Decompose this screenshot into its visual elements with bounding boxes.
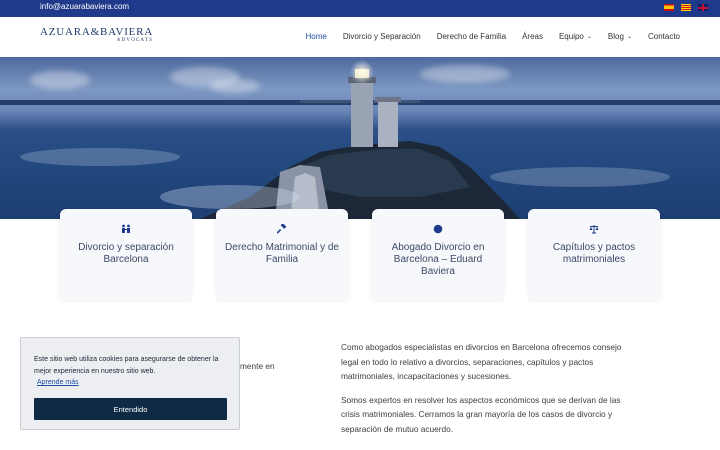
card-title: Capítulos y pactos matrimoniales bbox=[552, 242, 636, 265]
chevron-down-icon: ⌄ bbox=[586, 34, 592, 40]
nav-divorcio[interactable]: Divorcio y Separación bbox=[343, 32, 421, 41]
intro-paragraph: Como abogados especialistas en divorcios… bbox=[341, 342, 622, 381]
family-icon bbox=[122, 224, 130, 233]
flag-uk-icon[interactable] bbox=[698, 4, 708, 11]
service-card[interactable]: Derecho Matrimonial y de Familia bbox=[216, 209, 348, 300]
nav-areas[interactable]: Áreas bbox=[522, 32, 543, 41]
chevron-down-icon: ⌄ bbox=[626, 34, 632, 40]
card-title: Derecho Matrimonial y de Familia bbox=[225, 242, 339, 265]
nav-equipo[interactable]: Equipo ⌄ bbox=[559, 32, 592, 41]
intro-text: Como abogados especialistas en divorcios… bbox=[341, 340, 631, 436]
card-title: Divorcio y separación Barcelona bbox=[78, 242, 174, 265]
intro-paragraph: Somos expertos en resolver los aspectos … bbox=[341, 394, 621, 434]
gavel-icon bbox=[277, 224, 287, 234]
hero-image bbox=[0, 57, 720, 219]
main-nav: Home Divorcio y Separación Derecho de Fa… bbox=[306, 32, 680, 41]
service-card[interactable]: Abogado Divorcio en Barcelona – Eduard B… bbox=[372, 209, 504, 300]
nav-home[interactable]: Home bbox=[306, 32, 327, 41]
hidden-text-fragment: mente en bbox=[240, 361, 275, 371]
nav-blog[interactable]: Blog ⌄ bbox=[608, 32, 632, 41]
nav-derecho-familia[interactable]: Derecho de Familia bbox=[437, 32, 506, 41]
site-header: AZUARA&BAVIERA ADVOCATS Home Divorcio y … bbox=[0, 17, 720, 57]
service-card[interactable]: Divorcio y separación Barcelona bbox=[60, 209, 192, 300]
logo-text: AZUARA&BAVIERA bbox=[40, 26, 154, 38]
nav-contacto[interactable]: Contacto bbox=[648, 32, 680, 41]
card-title: Abogado Divorcio en Barcelona – Eduard B… bbox=[391, 242, 485, 277]
language-switcher bbox=[664, 4, 708, 11]
globe-icon bbox=[433, 224, 443, 234]
top-bar: info@azuarabaviera.com bbox=[0, 0, 720, 17]
learn-more-link[interactable]: Aprende más bbox=[37, 379, 79, 386]
lighthouse-illustration bbox=[20, 60, 670, 219]
service-card[interactable]: Capítulos y pactos matrimoniales bbox=[528, 209, 660, 300]
cookie-message: Este sitio web utiliza cookies para aseg… bbox=[34, 356, 219, 375]
email-link[interactable]: info@azuarabaviera.com bbox=[40, 2, 129, 11]
scales-icon bbox=[589, 225, 599, 234]
logo-subtext: ADVOCATS bbox=[116, 38, 154, 43]
flag-catalonia-icon[interactable] bbox=[681, 4, 691, 11]
accept-cookies-button[interactable]: Entendido bbox=[34, 398, 227, 420]
flag-es-icon[interactable] bbox=[664, 4, 674, 11]
cookie-banner: Este sitio web utiliza cookies para aseg… bbox=[20, 337, 240, 430]
site-logo[interactable]: AZUARA&BAVIERA ADVOCATS bbox=[40, 26, 154, 43]
